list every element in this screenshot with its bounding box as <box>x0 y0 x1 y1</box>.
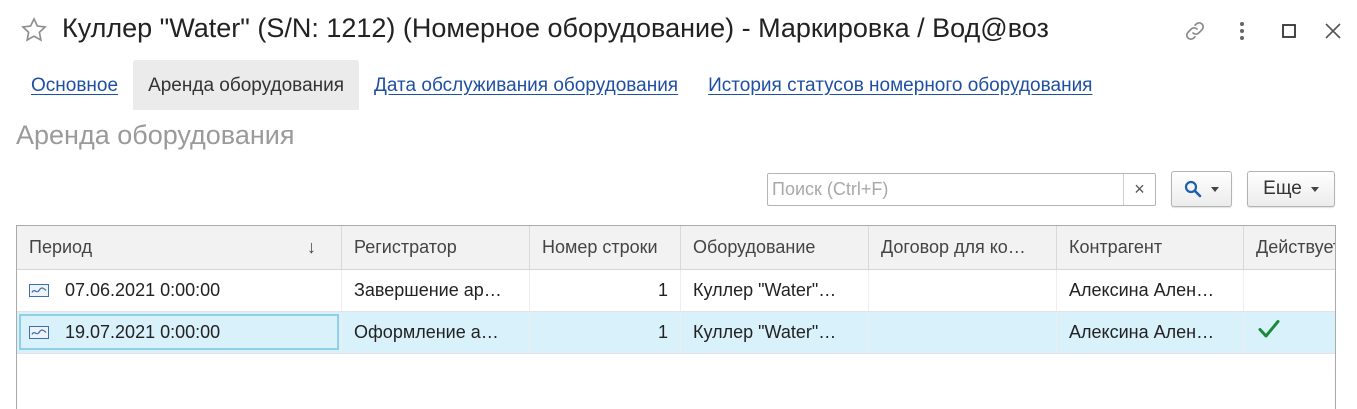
sort-desc-icon: ↓ <box>307 237 316 257</box>
tab-service-date[interactable]: Дата обслуживания оборудования <box>359 60 693 110</box>
close-icon[interactable] <box>1320 18 1346 44</box>
line-number-cell: 1 <box>530 312 681 353</box>
table-row[interactable]: 07.06.2021 0:00:00 Завершение ар… 1 Кулл… <box>17 270 1335 312</box>
contract-cell <box>869 312 1057 353</box>
rental-table: Период ↓ Регистратор Номер строки Оборуд… <box>16 225 1336 409</box>
column-header-active[interactable]: Действует <box>1244 226 1335 269</box>
more-button[interactable]: Еще <box>1247 171 1335 207</box>
checkmark-icon <box>1258 320 1280 338</box>
link-icon[interactable] <box>1182 18 1208 44</box>
search-input[interactable] <box>768 174 1123 205</box>
table-header: Период ↓ Регистратор Номер строки Оборуд… <box>17 226 1335 270</box>
window-title: Куллер "Water" (S/N: 1212) (Номерное обо… <box>62 13 1049 43</box>
registrar-cell: Оформление а… <box>342 312 530 353</box>
chevron-down-icon <box>1310 186 1319 192</box>
more-vertical-icon[interactable] <box>1229 18 1255 44</box>
title-bar: Куллер "Water" (S/N: 1212) (Номерное обо… <box>0 0 1357 62</box>
more-button-label: Еще <box>1263 178 1302 199</box>
column-header-registrar[interactable]: Регистратор <box>342 226 530 269</box>
tab-equipment-rental[interactable]: Аренда оборудования <box>133 60 360 110</box>
tab-main[interactable]: Основное <box>16 60 133 110</box>
counterparty-cell: Алексина Ален… <box>1057 312 1244 353</box>
period-cell: 19.07.2021 0:00:00 <box>17 312 342 353</box>
search-icon <box>1184 180 1202 198</box>
register-record-icon <box>29 326 49 339</box>
active-cell <box>1244 270 1335 311</box>
active-cell <box>1244 312 1335 353</box>
star-icon[interactable] <box>20 16 48 44</box>
column-header-line-number[interactable]: Номер строки <box>530 226 681 269</box>
period-value: 19.07.2021 0:00:00 <box>65 322 221 342</box>
equipment-cell: Куллер "Water"… <box>681 270 869 311</box>
table-row[interactable]: 19.07.2021 0:00:00 Оформление а… 1 Кулле… <box>17 312 1335 354</box>
chevron-down-icon <box>1211 186 1219 192</box>
tab-bar: Основное Аренда оборудования Дата обслуж… <box>16 60 1107 110</box>
clear-search-button[interactable]: × <box>1123 174 1155 205</box>
contract-cell <box>869 270 1057 311</box>
line-number-cell: 1 <box>530 270 681 311</box>
registrar-cell: Завершение ар… <box>342 270 530 311</box>
column-header-contract[interactable]: Договор для ко… <box>869 226 1057 269</box>
column-header-period[interactable]: Период ↓ <box>17 226 342 269</box>
section-title: Аренда оборудования <box>16 120 295 150</box>
register-record-icon <box>29 284 49 297</box>
period-cell: 07.06.2021 0:00:00 <box>17 270 342 311</box>
column-header-counterparty[interactable]: Контрагент <box>1057 226 1244 269</box>
maximize-icon[interactable] <box>1276 18 1302 44</box>
period-value: 07.06.2021 0:00:00 <box>65 280 221 300</box>
search-options-button[interactable] <box>1171 171 1232 207</box>
column-header-equipment[interactable]: Оборудование <box>681 226 869 269</box>
search-box: × <box>767 173 1156 206</box>
equipment-cell: Куллер "Water"… <box>681 312 869 353</box>
tab-status-history[interactable]: История статусов номерного оборудования <box>693 60 1107 110</box>
counterparty-cell: Алексина Ален… <box>1057 270 1244 311</box>
